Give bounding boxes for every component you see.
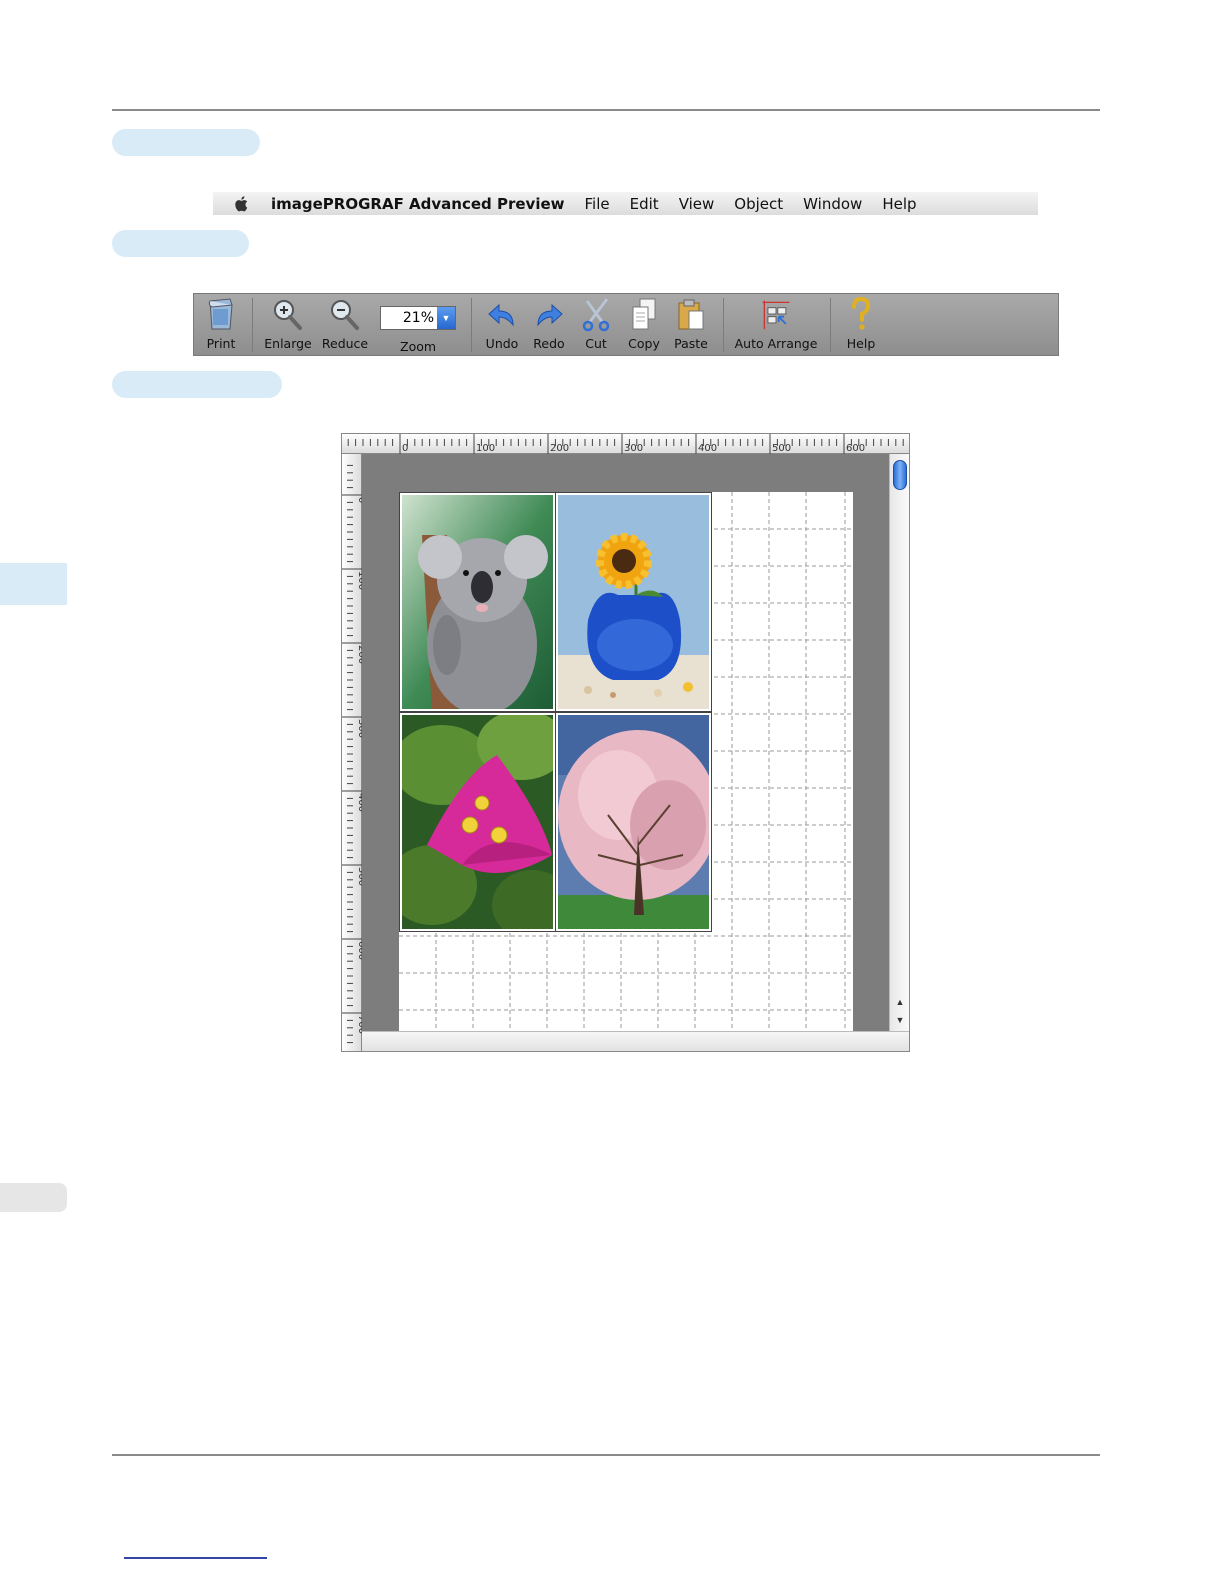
ruler-label: 500: [772, 443, 791, 454]
zoom-label: Zoom: [400, 339, 437, 354]
redo-button[interactable]: Redo: [529, 294, 569, 356]
cherry-tree-image: [558, 715, 709, 929]
scroll-down-arrow-icon[interactable]: ▼: [894, 1014, 906, 1026]
copy-documents-icon: [627, 294, 661, 334]
clipboard-icon: [674, 294, 708, 334]
horizontal-scrollbar[interactable]: [362, 1031, 909, 1051]
preview-work-area: 0 100 200 300 400 500 600 01002003004005006007…: [341, 433, 910, 1052]
ruler-label: 100: [476, 443, 495, 454]
paper-sheet[interactable]: [399, 492, 853, 1031]
toolbar-separator: [252, 298, 253, 352]
section-heading-work-area: [112, 371, 282, 398]
copy-button[interactable]: Copy: [623, 294, 665, 356]
photo-koala[interactable]: [399, 492, 556, 712]
undo-label: Undo: [485, 336, 519, 351]
cut-button[interactable]: Cut: [576, 294, 616, 356]
ruler-label: 400: [698, 443, 717, 454]
scissors-icon: [579, 294, 613, 334]
printer-icon: [204, 294, 238, 334]
undo-button[interactable]: Undo: [482, 294, 522, 356]
scroll-up-arrow-icon[interactable]: ▲: [894, 996, 906, 1008]
ruler-label: 300: [624, 443, 643, 454]
menu-view[interactable]: View: [679, 195, 715, 213]
auto-arrange-label: Auto Arrange: [734, 336, 818, 351]
zoom-select[interactable]: 21% ▼: [380, 306, 456, 330]
vertical-ruler: 0100200300400500600700: [342, 454, 367, 1051]
enlarge-button[interactable]: Enlarge: [264, 294, 312, 356]
auto-arrange-button[interactable]: Auto Arrange: [734, 294, 818, 356]
question-mark-icon: [844, 294, 878, 334]
toolbar-separator: [830, 298, 831, 352]
magnifier-minus-icon: [328, 294, 362, 334]
redo-label: Redo: [533, 336, 565, 351]
ruler-label: 600: [846, 443, 865, 454]
toolbar-separator: [723, 298, 724, 352]
koala-image: [402, 495, 553, 709]
redo-arrow-icon: [532, 294, 566, 334]
undo-arrow-icon: [485, 294, 519, 334]
horizontal-ruler: 0 100 200 300 400 500 600: [342, 434, 909, 454]
apple-icon[interactable]: [233, 195, 251, 213]
print-label: Print: [206, 336, 236, 351]
horizontal-ruler-ticks: 0 100 200 300 400 500 600: [347, 434, 904, 454]
paste-button[interactable]: Paste: [670, 294, 712, 356]
paste-label: Paste: [674, 336, 708, 351]
menu-window[interactable]: Window: [803, 195, 862, 213]
toolbar-separator: [471, 298, 472, 352]
cut-label: Cut: [585, 336, 607, 351]
copy-label: Copy: [628, 336, 660, 351]
menu-edit[interactable]: Edit: [630, 195, 659, 213]
auto-arrange-icon: [759, 294, 793, 334]
vertical-scrollbar[interactable]: ▲ ▼: [889, 454, 909, 1031]
enlarge-label: Enlarge: [264, 336, 312, 351]
footer-rule: [112, 1454, 1100, 1456]
zoom-value: 21%: [402, 310, 434, 326]
photo-cherry-tree[interactable]: [555, 712, 712, 932]
section-heading-menu-bar: [112, 129, 260, 156]
help-button[interactable]: Help: [841, 294, 881, 356]
reduce-button[interactable]: Reduce: [321, 294, 369, 356]
page-side-tab: [0, 1183, 67, 1212]
menu-help[interactable]: Help: [882, 195, 916, 213]
ruler-label: 0: [402, 443, 408, 454]
photo-sunflower[interactable]: [555, 492, 712, 712]
vertical-ruler-ticks: 0100200300400500600700: [342, 464, 367, 1044]
scrollbar-thumb[interactable]: [893, 460, 907, 490]
ruler-label: 200: [550, 443, 569, 454]
chapter-side-tab: [0, 563, 67, 605]
magnifier-plus-icon: [271, 294, 305, 334]
photo-bougainvillea[interactable]: [399, 712, 556, 932]
help-label: Help: [846, 336, 876, 351]
menu-file[interactable]: File: [585, 195, 610, 213]
menu-object[interactable]: Object: [734, 195, 783, 213]
header-rule: [112, 109, 1100, 111]
footer-link[interactable]: [124, 1557, 267, 1559]
section-heading-toolbar: [112, 230, 249, 257]
menu-bar: imagePROGRAF Advanced Preview File Edit …: [213, 192, 1038, 215]
app-name-menu[interactable]: imagePROGRAF Advanced Preview: [271, 195, 565, 213]
sunflower-image: [558, 495, 709, 709]
print-button[interactable]: Print: [202, 294, 240, 356]
bougainvillea-image: [402, 715, 553, 929]
chevron-down-icon[interactable]: ▼: [437, 307, 455, 329]
toolbar: Print Enlarge Reduce 21% ▼ Zoom Undo Red…: [193, 293, 1059, 356]
layout-canvas[interactable]: [362, 454, 889, 1031]
reduce-label: Reduce: [321, 336, 369, 351]
